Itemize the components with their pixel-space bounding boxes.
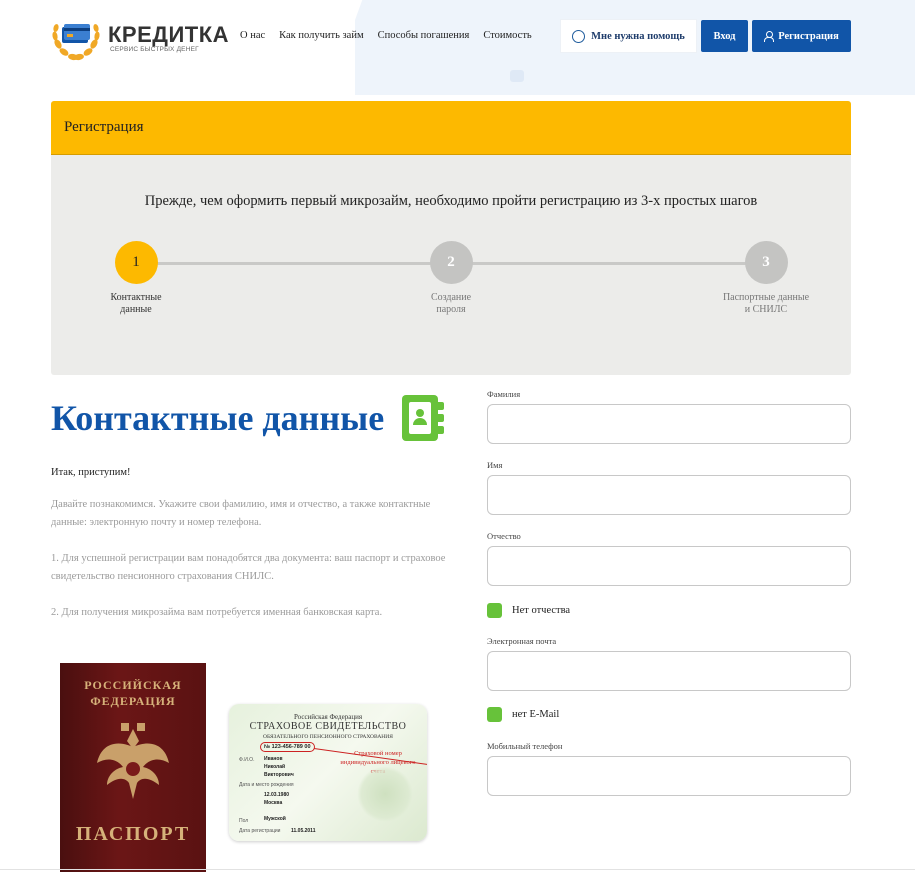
snils-fio-label: Ф.И.О. [239, 757, 255, 763]
documents-paragraph: 1. Для успешной регистрации вам понадобя… [51, 553, 446, 582]
help-button-label: Мне нужна помощь [591, 30, 685, 42]
snils-sex: Мужской [264, 816, 286, 822]
email-input[interactable] [487, 651, 851, 691]
step-password: 2 Создание пароля [396, 241, 506, 316]
user-icon [764, 31, 775, 42]
checkbox-box[interactable] [487, 707, 502, 722]
snils-sex-label: Пол [239, 818, 249, 824]
card-paragraph: 2. Для получения микрозайма вам потребуе… [51, 607, 383, 618]
registration-title: Регистрация [51, 101, 851, 155]
brand-tagline: СЕРВИС БЫСТРЫХ ДЕНЕГ [110, 46, 199, 53]
step-contact: 1 Контактные данные [81, 241, 191, 316]
nav-item-cost[interactable]: Стоимость [483, 30, 531, 41]
passport-header: РОССИЙСКАЯ ФЕДЕРАЦИЯ [84, 678, 182, 708]
snils-country: Российская Федерация [293, 713, 363, 721]
patronymic-group: Отчество [487, 531, 851, 586]
passport-image: РОССИЙСКАЯ ФЕДЕРАЦИЯ ПАСПОРТ [60, 663, 206, 872]
step-passport: 3 Паспортные данные и СНИЛС [711, 241, 821, 316]
surname-input[interactable] [487, 404, 851, 444]
snils-birth-date: 12.03.1980 [264, 792, 290, 798]
step-number: 3 [744, 241, 788, 284]
snils-birth-label: Дата и место рождения [239, 782, 294, 788]
address-book-icon [400, 395, 446, 441]
documents-illustration: РОССИЙСКАЯ ФЕДЕРАЦИЯ ПАСПОРТ Российская Ф… [60, 663, 460, 872]
snils-surname: Иванов [264, 756, 283, 762]
main-nav: О нас Как получить займ Способы погашени… [240, 30, 532, 41]
logo[interactable]: КРЕДИТКА СЕРВИС БЫСТРЫХ ДЕНЕГ [50, 14, 230, 62]
no-email-label: нет E-Mail [512, 709, 560, 720]
surname-group: Фамилия [487, 389, 851, 444]
patronymic-input[interactable] [487, 546, 851, 586]
snils-title: СТРАХОВОЕ СВИДЕТЕЛЬСТВО [249, 721, 407, 732]
login-button[interactable]: Вход [701, 20, 748, 52]
register-button[interactable]: Регистрация [752, 20, 851, 52]
lets-go-text: Итак, приступим! [51, 467, 131, 478]
coat-of-arms-icon [97, 723, 169, 799]
help-button[interactable]: Мне нужна помощь [561, 20, 696, 52]
no-patronymic-label: Нет отчества [512, 605, 571, 616]
phone-label: Мобильный телефон [487, 741, 563, 751]
bottom-divider [0, 869, 915, 870]
step-indicator: 1 Контактные данные 2 Создание пароля 3 Па… [51, 241, 851, 331]
snils-number: № 123-456-789 00 [260, 742, 315, 752]
patronymic-label: Отчество [487, 531, 521, 541]
registration-panel: Регистрация Прежде, чем оформить первый … [51, 101, 851, 375]
snils-reg-date: 11.05.2011 [291, 828, 316, 834]
wreath-card-icon [52, 24, 100, 61]
name-input[interactable] [487, 475, 851, 515]
snils-name: Николай [264, 764, 286, 770]
registration-intro: Прежде, чем оформить первый микрозайм, н… [144, 193, 758, 209]
snils-subtitle: ОБЯЗАТЕЛЬНОГО ПЕНСИОННОГО СТРАХОВАНИЯ [263, 734, 393, 740]
phone-input[interactable] [487, 756, 851, 796]
nav-item-how-to-get[interactable]: Как получить займ [279, 30, 363, 41]
brand-name: КРЕДИТКА [108, 22, 230, 47]
email-group: Электронная почта [487, 636, 851, 691]
snils-birth-place: Москва [264, 800, 283, 806]
step-label: Паспортные данные и СНИЛС [722, 292, 810, 315]
intro-paragraph: Давайте познакомимся. Укажите свои фамил… [51, 499, 431, 528]
snils-patronymic: Викторович [264, 772, 294, 778]
site-header: КРЕДИТКА СЕРВИС БЫСТРЫХ ДЕНЕГ О нас Как … [0, 0, 915, 80]
step-label: Контактные данные [110, 292, 162, 315]
passport-label: ПАСПОРТ [75, 823, 191, 845]
email-label: Электронная почта [487, 636, 557, 646]
step-number: 1 [114, 241, 158, 284]
contact-info-section: Контактные данные Итак, приступим! Давай… [51, 395, 471, 622]
checkbox-box[interactable] [487, 603, 502, 618]
step-number: 2 [429, 241, 473, 284]
surname-label: Фамилия [487, 389, 521, 399]
nav-item-about[interactable]: О нас [240, 30, 265, 41]
name-group: Имя [487, 460, 851, 515]
contact-heading: Контактные данные [51, 395, 471, 441]
contact-title: Контактные данные [51, 398, 385, 438]
no-patronymic-checkbox[interactable]: Нет отчества [487, 603, 570, 618]
snils-card-image: Российская Федерация СТРАХОВОЕ СВИДЕТЕЛЬ… [229, 704, 427, 841]
no-email-checkbox[interactable]: нет E-Mail [487, 707, 559, 722]
phone-group: Мобильный телефон [487, 741, 851, 796]
snils-stamp [357, 766, 413, 822]
step-label: Создание пароля [430, 292, 472, 315]
help-lifebuoy-icon [572, 29, 586, 43]
snils-reg-label: Дата регистрации [239, 828, 281, 834]
nav-item-repayment[interactable]: Способы погашения [378, 30, 470, 41]
name-label: Имя [487, 460, 503, 470]
register-button-label: Регистрация [778, 30, 839, 42]
